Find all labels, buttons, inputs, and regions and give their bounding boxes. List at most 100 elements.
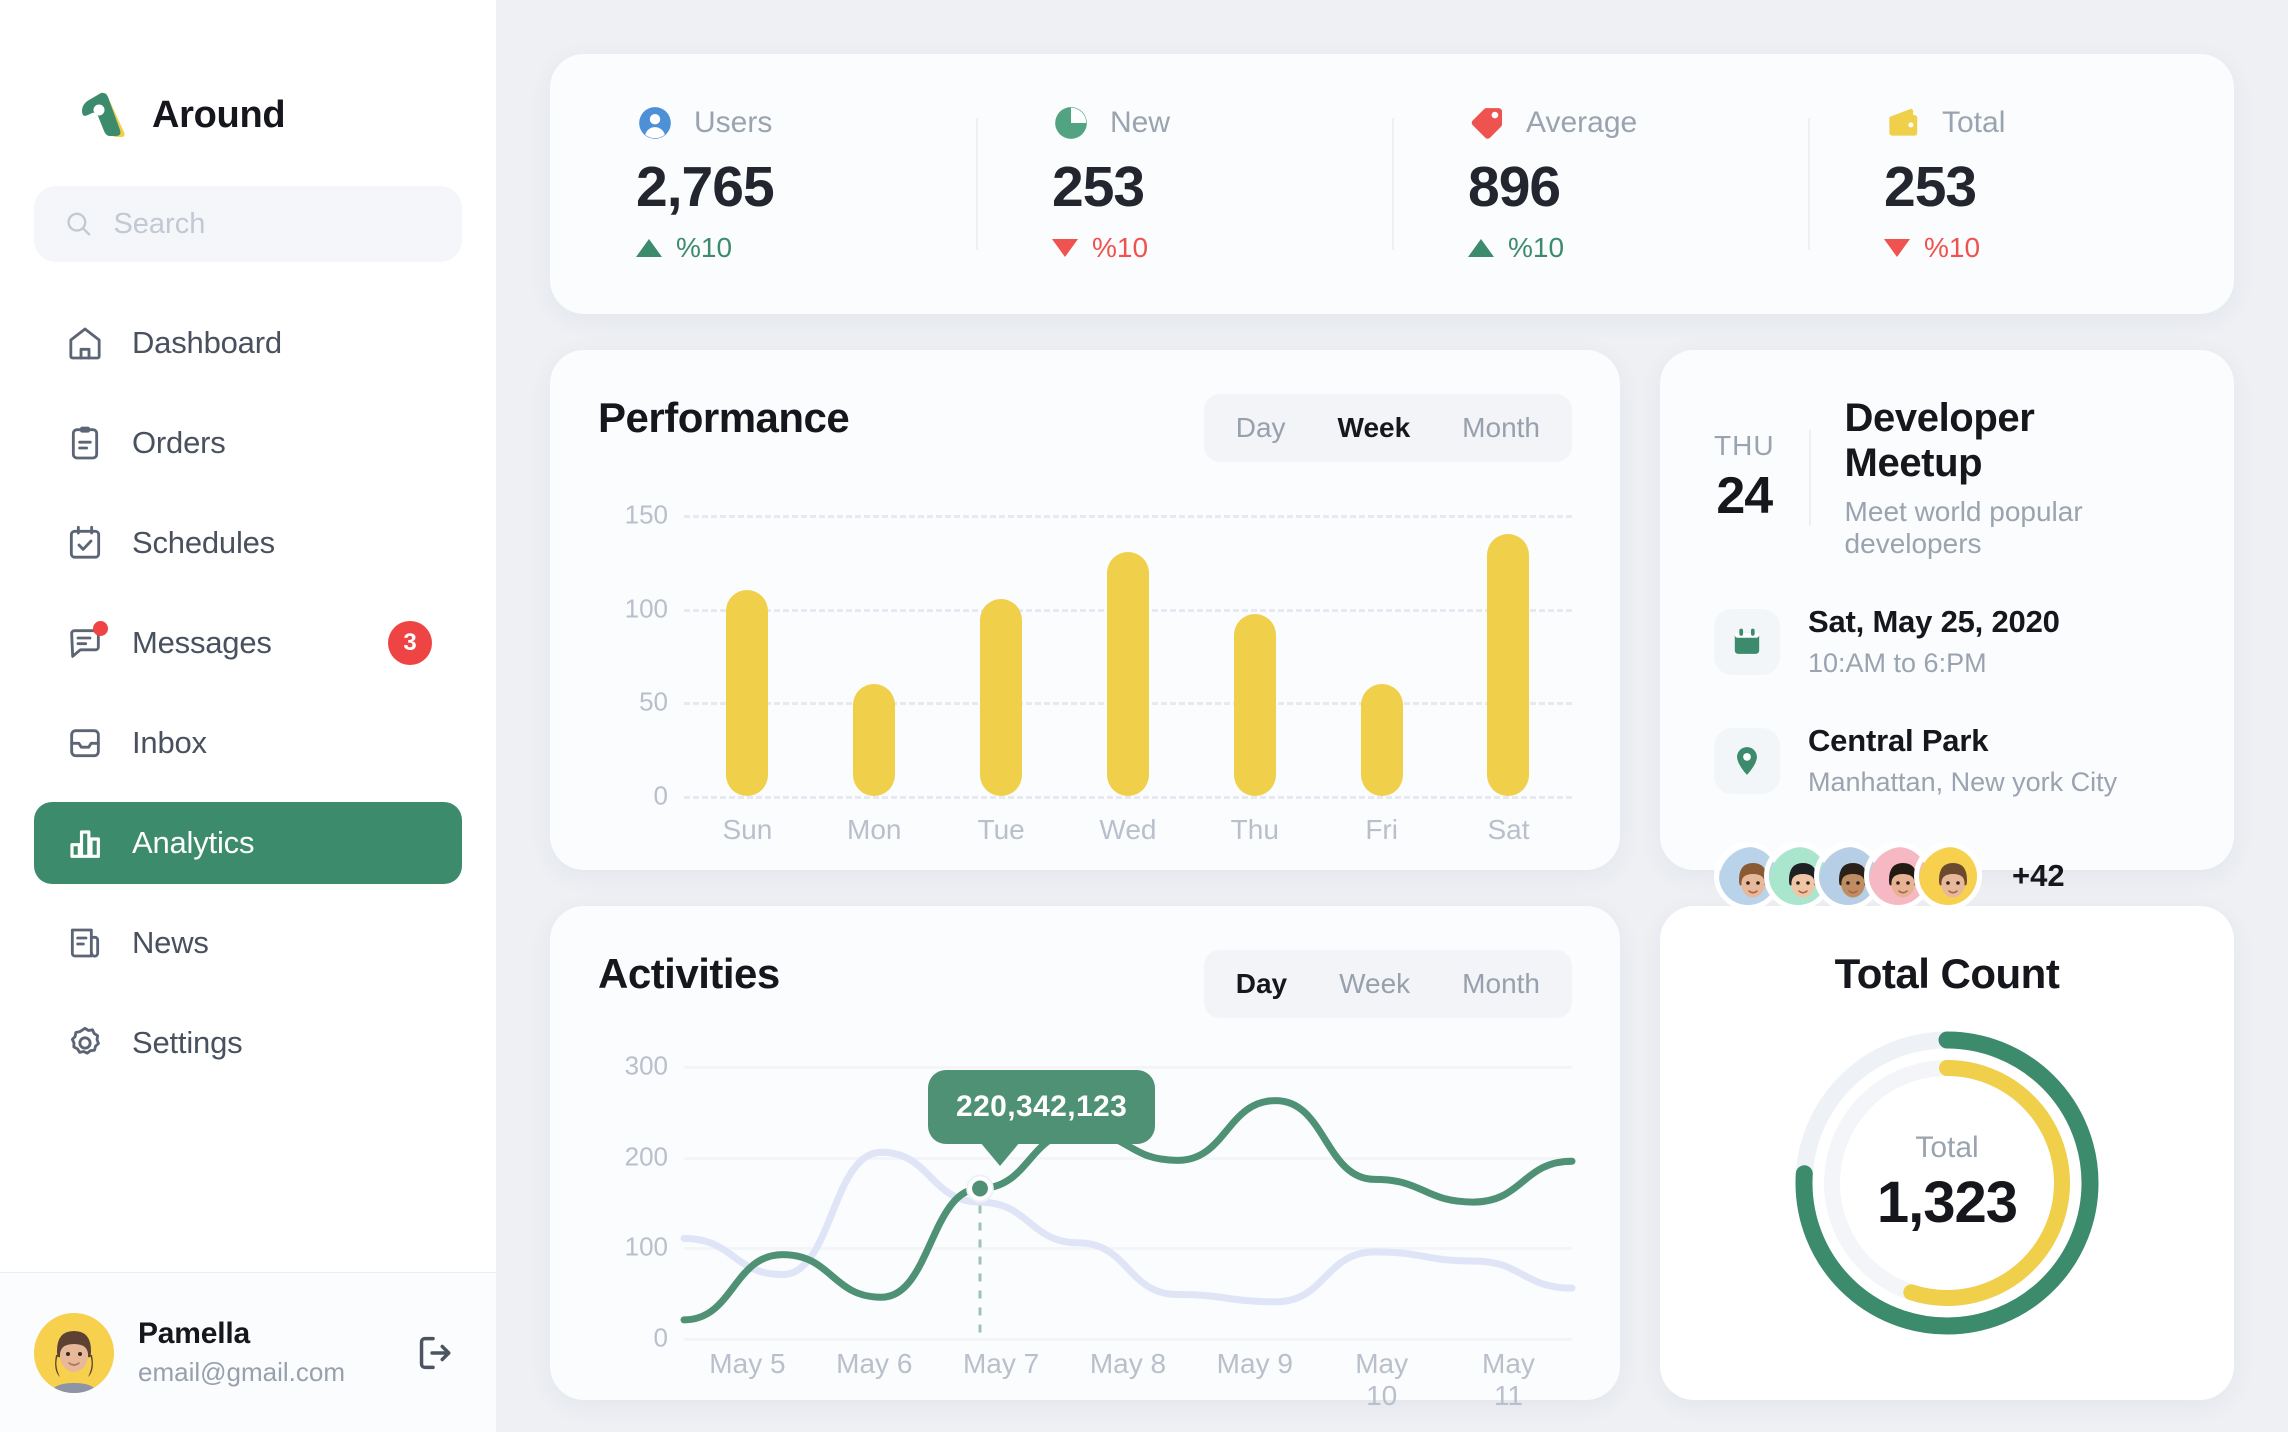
x-tick-label: May 6 [836,1348,913,1379]
sidebar-item-news[interactable]: News [34,902,462,984]
total-count-donut: Total 1,323 [1782,1018,2112,1348]
bar[interactable] [853,683,896,796]
meetup-title: Developer Meetup [1844,396,2035,485]
main-content: Users 2,765 %10 New 253 %10 Average 896 … [496,0,2288,1432]
sidebar-item-dashboard[interactable]: Dashboard [34,302,462,384]
map-pin-icon [1714,727,1780,794]
bar-slot [960,599,1042,796]
news-icon [64,922,106,964]
search-input[interactable] [113,207,432,241]
sidebar-item-label: Dashboard [132,325,282,360]
bar[interactable] [726,589,769,796]
x-tick-label: May 8 [1089,1348,1167,1379]
sidebar-item-schedules[interactable]: Schedules [34,502,462,584]
stat-delta-value: %10 [1924,232,1981,263]
line-series [684,1152,1572,1302]
x-tick-label: Thu [1230,814,1279,845]
x-tick-label: Wed [1099,814,1157,845]
stat-value: 253 [1884,155,1977,219]
stat-total: Total 253 %10 [1808,104,2224,264]
sidebar-item-label: Orders [132,425,226,460]
stat-label: Average [1526,106,1638,139]
user-email: email@gmail.com [138,1357,345,1387]
bar[interactable] [1360,683,1403,796]
y-tick-label: 100 [624,1231,668,1262]
tab-month[interactable]: Month [1436,956,1566,1012]
messages-count-badge: 3 [388,621,432,665]
sidebar-item-label: Inbox [132,725,207,760]
brand: Around [0,0,496,142]
stat-delta-value: %10 [1508,232,1565,263]
activities-x-axis: May 5 May 6 May 7 May 8 May 9 May 10 May 11 [684,1348,1572,1412]
tag-icon [1468,104,1506,142]
sidebar-nav: Dashboard Orders Schedules Messages 3 In… [0,302,496,1272]
activities-chart: 300 200 100 0 220,342,123 May 5 May 6 May 7 Ma… [598,1048,1572,1411]
bar[interactable] [1487,533,1530,796]
pie-chart-icon [1052,104,1090,142]
stats-card: Users 2,765 %10 New 253 %10 Average 896 … [550,54,2234,314]
trend-down-icon [1884,239,1910,257]
meetup-card: THU 24 Developer Meetup Meet world popul… [1660,350,2234,910]
trend-up-icon [636,239,662,257]
chat-icon [64,621,108,664]
bar-slot [833,683,915,796]
x-tick-label: Fri [1365,814,1398,845]
x-tick-label: Tue [977,814,1025,845]
total-count-title: Total Count [1834,950,2060,997]
stat-new: New 253 %10 [976,104,1392,264]
logout-icon [419,1336,451,1369]
tab-week[interactable]: Week [1312,400,1437,456]
tab-day[interactable]: Day [1210,956,1313,1012]
sidebar-item-inbox[interactable]: Inbox [34,702,462,784]
bar-slot [1467,533,1549,796]
stat-delta: %10 [636,232,976,264]
attendee-overflow-count: +42 [2012,858,2065,893]
meetup-location-row: Central Park Manhattan, New york City [1714,723,2180,798]
brand-name: Around [152,93,286,136]
tab-day[interactable]: Day [1210,400,1312,456]
bar-chart-icon [64,822,106,864]
stat-label: Users [694,106,773,139]
sidebar-item-label: News [132,925,209,960]
activities-title: Activities [598,950,780,997]
stat-average: Average 896 %10 [1392,104,1808,264]
calendar-icon [1714,608,1780,675]
tab-week[interactable]: Week [1313,956,1436,1012]
bar[interactable] [1233,614,1276,796]
attendee-avatar[interactable] [1914,842,1982,910]
stat-value: 896 [1468,155,1561,219]
performance-chart: 150 100 50 0 Sun Mon Tue Wed Thu Fri Sat [598,496,1572,845]
meetup-subtitle: Meet world popular developers [1844,496,2083,559]
tab-month[interactable]: Month [1436,400,1566,456]
user-profile-footer: Pamella email@gmail.com [0,1272,496,1432]
annotation-point[interactable] [972,1180,988,1197]
bar[interactable] [1106,552,1149,796]
avatar[interactable] [34,1312,114,1393]
logout-button[interactable] [406,1325,462,1381]
bar[interactable] [980,599,1023,796]
search-box[interactable] [34,186,462,262]
activities-y-axis: 300 200 100 0 [598,1048,668,1353]
meetup-address: Manhattan, New york City [1808,767,2118,797]
performance-card: Performance Day Week Month 150 100 50 0 Sun… [550,350,1620,870]
stat-delta-value: %10 [1092,232,1149,263]
meetup-time: 10:AM to 6:PM [1808,648,1987,678]
x-tick-label: Sat [1487,814,1530,845]
sidebar-item-analytics[interactable]: Analytics [34,802,462,884]
meetup-date-text: Sat, May 25, 2020 10:AM to 6:PM [1808,604,2060,679]
around-logo-icon [76,88,130,142]
performance-plot [684,496,1572,799]
user-info: Pamella email@gmail.com [138,1317,382,1388]
bar-slot [1087,552,1169,796]
stat-delta: %10 [1884,232,2224,264]
middle-row: Performance Day Week Month 150 100 50 0 Sun… [550,350,2234,910]
donut-value: 1,323 [1876,1169,2018,1235]
stat-value: 2,765 [636,155,775,219]
total-count-card: Total Count Total 1,323 [1660,906,2234,1400]
inbox-icon [64,722,106,764]
sidebar-item-messages[interactable]: Messages 3 [34,602,462,684]
sidebar-item-settings[interactable]: Settings [34,1002,462,1084]
meetup-header: THU 24 Developer Meetup Meet world popul… [1714,396,2180,560]
sidebar-item-label: Settings [132,1025,243,1060]
sidebar-item-orders[interactable]: Orders [34,402,462,484]
